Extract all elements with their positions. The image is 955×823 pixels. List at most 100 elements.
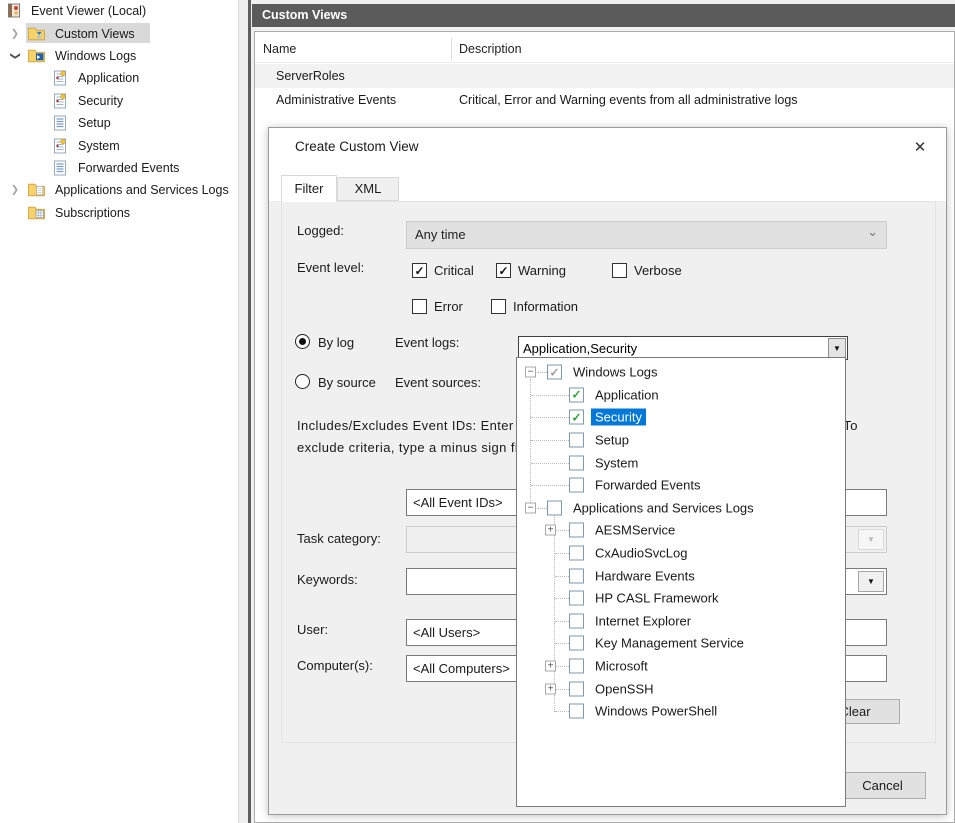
tree-item-subscriptions[interactable]: Subscriptions: [0, 202, 238, 224]
column-header-name[interactable]: Name: [263, 42, 296, 56]
radio-by-log[interactable]: [295, 334, 310, 349]
expand-icon[interactable]: +: [545, 661, 556, 672]
tree-item-cxaudiosvclog[interactable]: CxAudioSvcLog: [517, 542, 845, 565]
event-viewer-window: Event Viewer (Local) ❯ Custom Views ❯ Wi…: [0, 0, 955, 823]
checkbox-application[interactable]: ✓: [569, 387, 584, 402]
checkbox-information[interactable]: [491, 299, 506, 314]
tree-item-label[interactable]: Hardware Events: [595, 568, 695, 583]
tree-item-forwarded-events[interactable]: Forwarded Events: [0, 157, 238, 179]
cancel-button[interactable]: Cancel: [839, 772, 926, 799]
tree-item-internet-explorer[interactable]: Internet Explorer: [517, 610, 845, 633]
tree-item-forwarded-events[interactable]: Forwarded Events: [517, 474, 845, 497]
tab-xml[interactable]: XML: [337, 177, 399, 201]
table-row[interactable]: Administrative Events Critical, Error an…: [255, 88, 954, 112]
tree-item-label[interactable]: Application: [595, 387, 659, 402]
tree-item-windows-logs[interactable]: ❯ Windows Logs: [0, 45, 238, 67]
tree-item-application[interactable]: Application: [0, 67, 238, 89]
tree-item-windows-logs[interactable]: − ✓ Windows Logs: [517, 361, 845, 384]
tab-filter[interactable]: Filter: [281, 175, 337, 202]
checkbox-forwarded-events[interactable]: [569, 478, 584, 493]
expand-icon[interactable]: +: [545, 683, 556, 694]
tree-item-security[interactable]: ✓ Security: [517, 406, 845, 429]
checkbox-internet-explorer[interactable]: [569, 613, 584, 628]
event-viewer-icon: [6, 3, 23, 19]
collapse-icon[interactable]: −: [525, 367, 536, 378]
tree-item-label[interactable]: AESMService: [595, 523, 675, 538]
tree-item-hp-casl-framework[interactable]: HP CASL Framework: [517, 587, 845, 610]
tree-item-setup[interactable]: Setup: [517, 429, 845, 452]
by-source-label[interactable]: By source: [318, 375, 376, 390]
tree-item-system[interactable]: System: [517, 451, 845, 474]
tree-item-aesmservice[interactable]: + AESMService: [517, 519, 845, 542]
tree-item-label[interactable]: HP CASL Framework: [595, 591, 719, 606]
tree-item-label[interactable]: Key Management Service: [595, 636, 744, 651]
tree-item-label: Setup: [78, 116, 111, 130]
information-label[interactable]: Information: [513, 299, 578, 314]
checkbox-hp-casl-framework[interactable]: [569, 591, 584, 606]
checkbox-apps-services-logs[interactable]: [547, 500, 562, 515]
tree-item-event-viewer-root[interactable]: Event Viewer (Local): [0, 0, 238, 22]
checkbox-system[interactable]: [569, 455, 584, 470]
radio-by-source[interactable]: [295, 374, 310, 389]
verbose-label[interactable]: Verbose: [634, 263, 682, 278]
dropdown-button[interactable]: ▼: [828, 338, 846, 358]
tree-item-label-selected[interactable]: Security: [591, 409, 646, 426]
checkbox-verbose[interactable]: [612, 263, 627, 278]
tree-item-label[interactable]: Windows Logs: [573, 365, 658, 380]
warning-label[interactable]: Warning: [518, 263, 566, 278]
pane-splitter[interactable]: [248, 0, 251, 823]
checkbox-security[interactable]: ✓: [569, 410, 584, 425]
tree-item-label[interactable]: Microsoft: [595, 659, 648, 674]
row-name: ServerRoles: [276, 69, 345, 83]
chevron-down-icon[interactable]: ❯: [10, 51, 21, 61]
expand-icon[interactable]: +: [545, 525, 556, 536]
checkbox-hardware-events[interactable]: [569, 568, 584, 583]
event-log-icon: [52, 138, 69, 154]
checkbox-cxaudiosvclog[interactable]: [569, 546, 584, 561]
checkbox-warning[interactable]: ✓: [496, 263, 511, 278]
event-logs-input[interactable]: [519, 337, 835, 359]
chevron-right-icon[interactable]: ❯: [10, 185, 20, 196]
tree-item-system[interactable]: System: [0, 134, 238, 156]
tree-item-application[interactable]: ✓ Application: [517, 384, 845, 407]
collapse-icon[interactable]: −: [525, 502, 536, 513]
tree-item-custom-views[interactable]: ❯ Custom Views: [0, 22, 238, 44]
tree-item-applications-services-logs[interactable]: ❯ Applications and Services Logs: [0, 179, 238, 201]
tree-item-label[interactable]: Setup: [595, 433, 629, 448]
column-divider[interactable]: [451, 38, 452, 61]
close-icon[interactable]: ✕: [909, 137, 931, 159]
tree-item-label[interactable]: Internet Explorer: [595, 613, 691, 628]
tree-item-applications-services-logs[interactable]: − Applications and Services Logs: [517, 497, 845, 520]
tree-item-microsoft[interactable]: + Microsoft: [517, 655, 845, 678]
checkbox-error[interactable]: [412, 299, 427, 314]
tree-item-label[interactable]: Applications and Services Logs: [573, 500, 754, 515]
by-log-label[interactable]: By log: [318, 335, 354, 350]
checkbox-critical[interactable]: ✓: [412, 263, 427, 278]
checkbox-windows-powershell[interactable]: [569, 704, 584, 719]
tree-item-security[interactable]: Security: [0, 90, 238, 112]
table-row[interactable]: ServerRoles: [255, 64, 954, 88]
checkbox-windows-logs[interactable]: ✓: [547, 365, 562, 380]
tree-item-key-management-service[interactable]: Key Management Service: [517, 632, 845, 655]
chevron-down-icon: ⌄: [867, 219, 878, 245]
checkbox-openssh[interactable]: [569, 681, 584, 696]
column-header-description[interactable]: Description: [459, 42, 522, 56]
tree-item-label[interactable]: OpenSSH: [595, 681, 654, 696]
checkbox-setup[interactable]: [569, 433, 584, 448]
tree-item-label[interactable]: CxAudioSvcLog: [595, 546, 688, 561]
tree-item-setup[interactable]: Setup: [0, 112, 238, 134]
checkbox-key-management-service[interactable]: [569, 636, 584, 651]
chevron-right-icon[interactable]: ❯: [10, 28, 20, 39]
tree-item-label[interactable]: Forwarded Events: [595, 478, 701, 493]
critical-label[interactable]: Critical: [434, 263, 474, 278]
tree-item-hardware-events[interactable]: Hardware Events: [517, 564, 845, 587]
error-label[interactable]: Error: [434, 299, 463, 314]
tree-item-openssh[interactable]: + OpenSSH: [517, 677, 845, 700]
tree-item-windows-powershell[interactable]: Windows PowerShell: [517, 700, 845, 723]
logged-select[interactable]: Any time ⌄: [406, 221, 887, 249]
checkbox-microsoft[interactable]: [569, 659, 584, 674]
tree-item-label[interactable]: System: [595, 455, 638, 470]
tree-item-label[interactable]: Windows PowerShell: [595, 704, 717, 719]
checkbox-aesmservice[interactable]: [569, 523, 584, 538]
keywords-dropdown-button[interactable]: ▼: [858, 571, 884, 592]
